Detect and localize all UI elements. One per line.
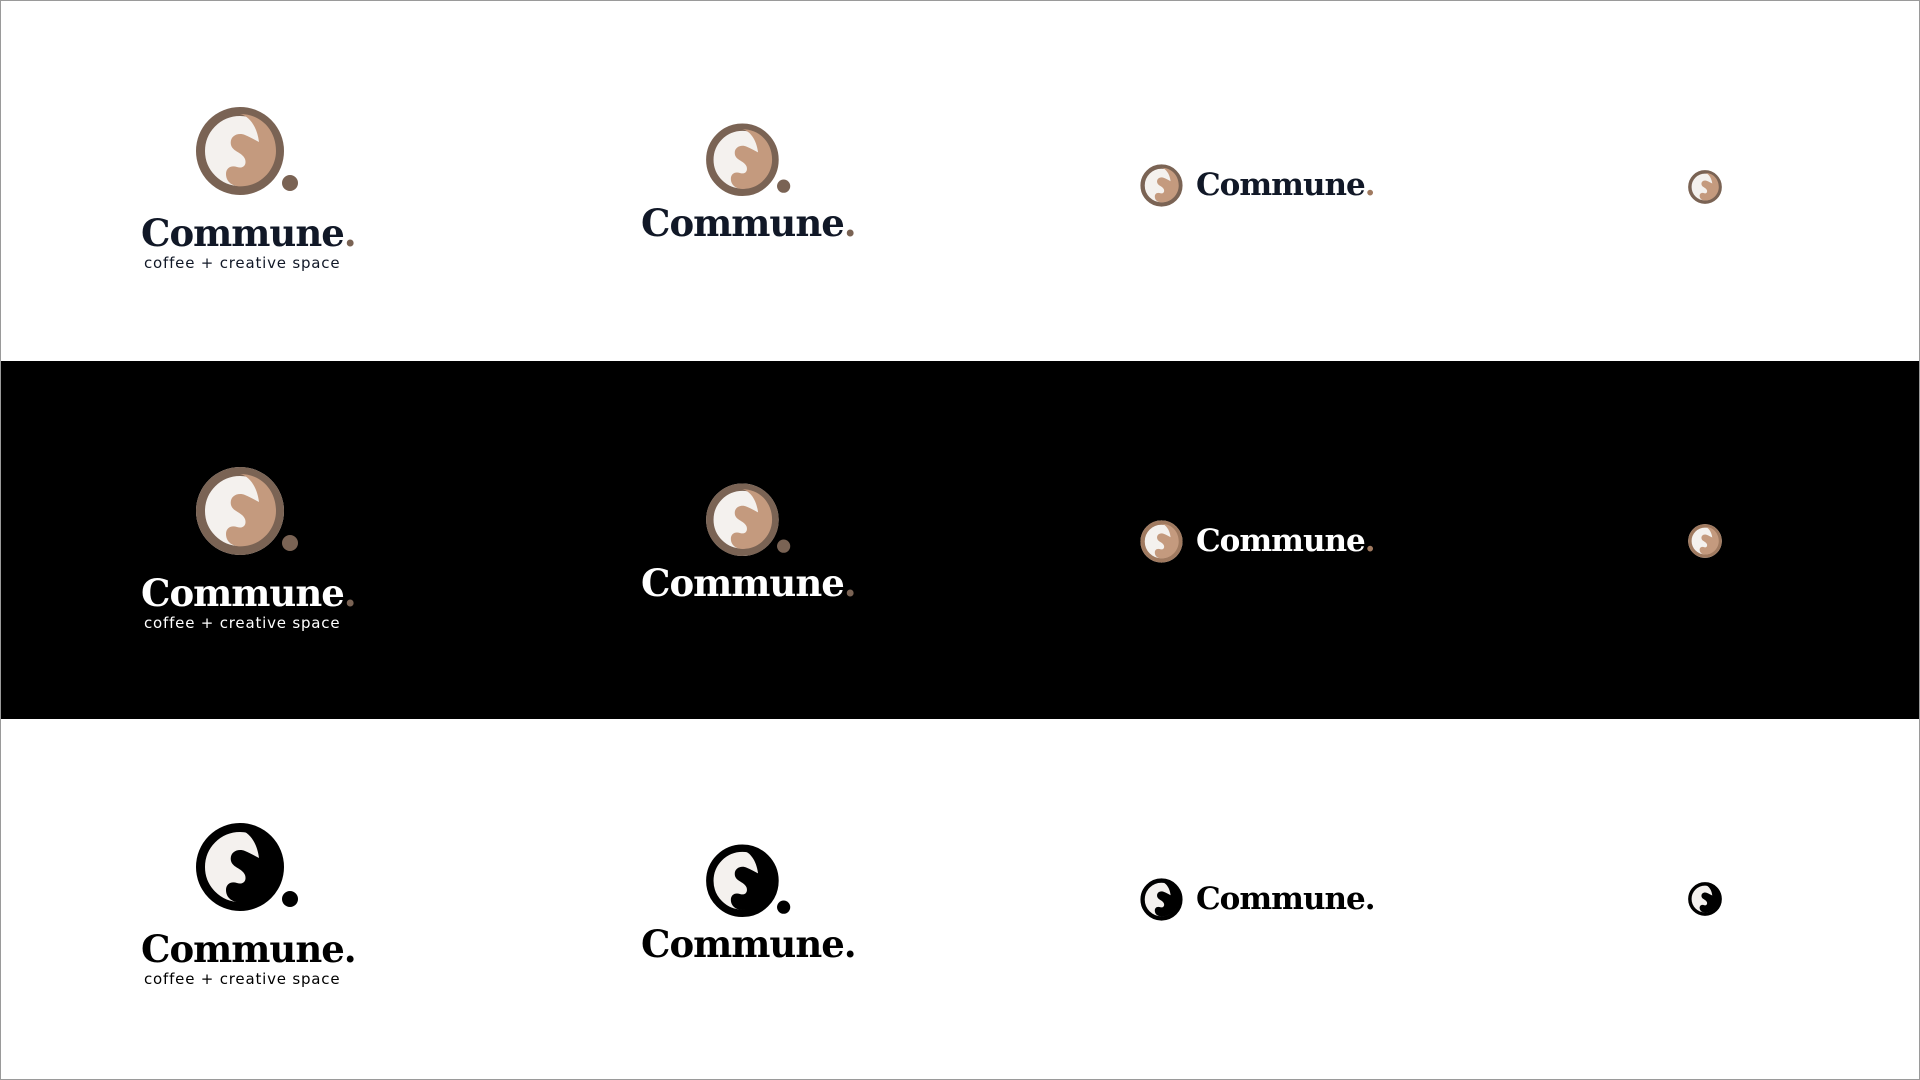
stacked-logo: Commune.: [641, 842, 857, 966]
horizontal-logo: Commune.: [1139, 163, 1376, 208]
commune-mark-icon: [1687, 881, 1723, 917]
wordmark: Commune.: [641, 201, 857, 245]
wordmark: Commune.: [641, 922, 857, 966]
commune-mark-icon: [703, 842, 851, 922]
tagline: coffee + creative space: [144, 970, 341, 988]
commune-mark-icon: [1687, 169, 1723, 205]
wordmark: Commune.: [1196, 523, 1376, 559]
row-color-on-dark: Commune. coffee + creative space Commune…: [1, 361, 1919, 719]
icon-only-logo: [1687, 169, 1723, 205]
full-lockup-logo: Commune. coffee + creative space: [141, 464, 357, 632]
commune-mark-icon: [703, 121, 851, 201]
horizontal-logo: Commune.: [1139, 877, 1376, 922]
tagline: coffee + creative space: [144, 254, 341, 272]
tagline: coffee + creative space: [144, 614, 341, 632]
logo-sheet: Commune. coffee + creative space Commune…: [0, 0, 1920, 1080]
commune-mark-icon: [193, 104, 341, 201]
commune-mark-icon: [1687, 523, 1723, 559]
full-lockup-logo: Commune. coffee + creative space: [141, 104, 357, 272]
commune-mark-icon: [1139, 163, 1184, 208]
wordmark: Commune.: [141, 927, 357, 971]
commune-mark-icon: [1139, 877, 1184, 922]
commune-mark-icon: [193, 820, 341, 917]
row-mono-black: Commune. coffee + creative space Commune…: [1, 719, 1919, 1079]
commune-mark-icon: [193, 464, 341, 561]
commune-mark-icon: [703, 481, 851, 561]
stacked-logo: Commune.: [641, 121, 857, 245]
wordmark: Commune.: [141, 571, 357, 615]
wordmark: Commune.: [141, 211, 357, 255]
commune-mark-icon: [1139, 519, 1184, 564]
row-color-on-light: Commune. coffee + creative space Commune…: [1, 1, 1919, 361]
wordmark: Commune.: [641, 561, 857, 605]
stacked-logo: Commune.: [641, 481, 857, 605]
icon-only-logo: [1687, 881, 1723, 917]
wordmark: Commune.: [1196, 881, 1376, 917]
horizontal-logo: Commune.: [1139, 519, 1376, 564]
icon-only-logo: [1687, 523, 1723, 559]
full-lockup-logo: Commune. coffee + creative space: [141, 820, 357, 988]
wordmark: Commune.: [1196, 167, 1376, 203]
